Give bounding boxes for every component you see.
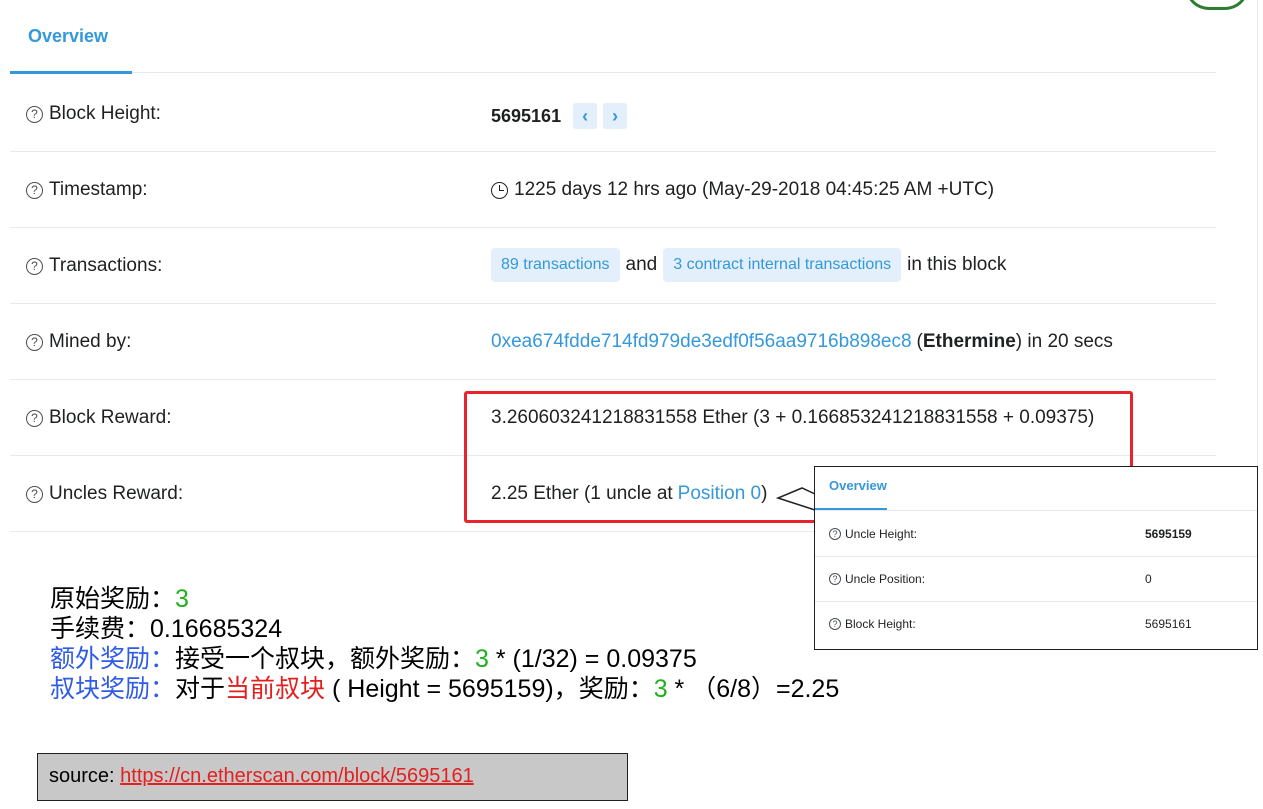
question-circle-icon[interactable]: ? [26,485,43,503]
uncle-popup: Overview ? Uncle Height: 5695159 ? Uncle… [814,466,1258,650]
note-extra-reward: 额外奖励：接受一个叔块，额外奖励：3 * (1/32) = 0.09375 [50,644,839,674]
popup-row-block-height: ? Block Height: 5695161 [815,602,1257,647]
row-mined-by: ? Mined by: 0xea674fdde714fd979de3edf0f5… [10,304,1216,380]
question-circle-icon[interactable]: ? [829,528,841,540]
clock-icon [491,181,508,199]
callout-pointer [775,487,816,511]
popup-uncle-position-value: 0 [1145,572,1152,586]
note-extra-reward-num: 3 [475,645,489,673]
row-transactions: ? Transactions: 89 transactions and 3 co… [10,228,1216,304]
transactions-suffix: in this block [907,254,1007,275]
next-block-button[interactable]: › [603,103,628,129]
label-mined-by: Mined by: [49,331,132,352]
note-extra-reward-text: 接受一个叔块，额外奖励： [175,644,476,673]
prev-block-button[interactable]: ‹ [573,103,598,129]
note-fee-label: 手续费： [50,614,151,643]
popup-row-uncle-position: ? Uncle Position: 0 [815,557,1257,602]
label-uncles-reward: Uncles Reward: [49,483,184,504]
row-timestamp: ? Timestamp: 1225 days 12 hrs ago (May-2… [10,152,1216,228]
note-fee: 手续费：0.16685324 [50,614,839,644]
note-uncle-reward-formula1: ( Height = 5695159)， [325,675,579,703]
popup-tab-indicator [815,508,887,510]
question-circle-icon[interactable]: ? [26,409,43,427]
source-box: source: https://cn.etherscan.com/block/5… [37,753,628,801]
question-circle-icon[interactable]: ? [26,333,43,351]
popup-label-uncle-position: Uncle Position: [845,572,926,586]
note-uncle-reward-label: 叔块奖励： [50,674,176,703]
note-uncle-reward-formula2: * （6/8）=2.25 [667,675,840,703]
tab-active-indicator [10,71,132,74]
popup-uncle-height-value: 5695159 [1145,527,1192,541]
note-extra-reward-formula: * (1/32) = 0.09375 [488,645,697,673]
note-base-reward-value: 3 [175,585,189,613]
popup-label-block-height: Block Height: [845,617,916,631]
transactions-count-link[interactable]: 89 transactions [491,248,620,282]
tab-overview[interactable]: Overview [28,26,108,47]
note-uncle-reward-text2: 奖励： [578,674,654,703]
question-circle-icon[interactable]: ? [26,181,43,199]
question-circle-icon[interactable]: ? [26,105,43,123]
note-uncle-reward-highlight: 当前叔块 [225,674,326,703]
mined-by-suffix: ) in 20 secs [1015,331,1113,352]
label-block-reward: Block Reward: [49,407,172,428]
popup-row-uncle-height: ? Uncle Height: 5695159 [815,512,1257,557]
popup-label-uncle-height: Uncle Height: [845,527,918,541]
popup-block-height-link[interactable]: 5695161 [1145,617,1192,631]
internal-transactions-link[interactable]: 3 contract internal transactions [663,248,902,282]
note-base-reward: 原始奖励：3 [50,584,839,614]
note-extra-reward-label: 额外奖励： [50,644,176,673]
label-timestamp: Timestamp: [49,179,148,200]
note-base-reward-label: 原始奖励： [50,584,176,613]
miner-name: Ethermine [922,331,1016,352]
miner-address-link[interactable]: 0xea674fdde714fd979de3edf0f56aa9716b898e… [491,331,912,353]
block-height-value: 5695161 [491,105,562,126]
note-uncle-reward-num: 3 [653,675,668,703]
label-transactions: Transactions: [49,255,163,276]
note-uncle-reward-text1: 对于 [175,674,226,703]
note-uncle-reward: 叔块奖励：对于当前叔块 ( Height = 5695159)，奖励：3 * （… [50,674,839,704]
source-link[interactable]: https://cn.etherscan.com/block/5695161 [120,765,474,787]
popup-tab-overview[interactable]: Overview [829,478,887,493]
note-fee-value: 0.16685324 [150,615,283,643]
row-block-height: ? Block Height: 5695161 ‹ › [10,76,1216,152]
reward-notes: 原始奖励：3 手续费：0.16685324 额外奖励：接受一个叔块，额外奖励：3… [50,584,839,704]
source-label: source: [49,765,121,787]
label-block-height: Block Height: [49,103,161,124]
transactions-and-text: and [625,254,658,275]
question-circle-icon[interactable]: ? [26,257,43,275]
timestamp-value: 1225 days 12 hrs ago (May-29-2018 04:45:… [514,179,995,200]
card-header: Overview [10,0,1216,74]
